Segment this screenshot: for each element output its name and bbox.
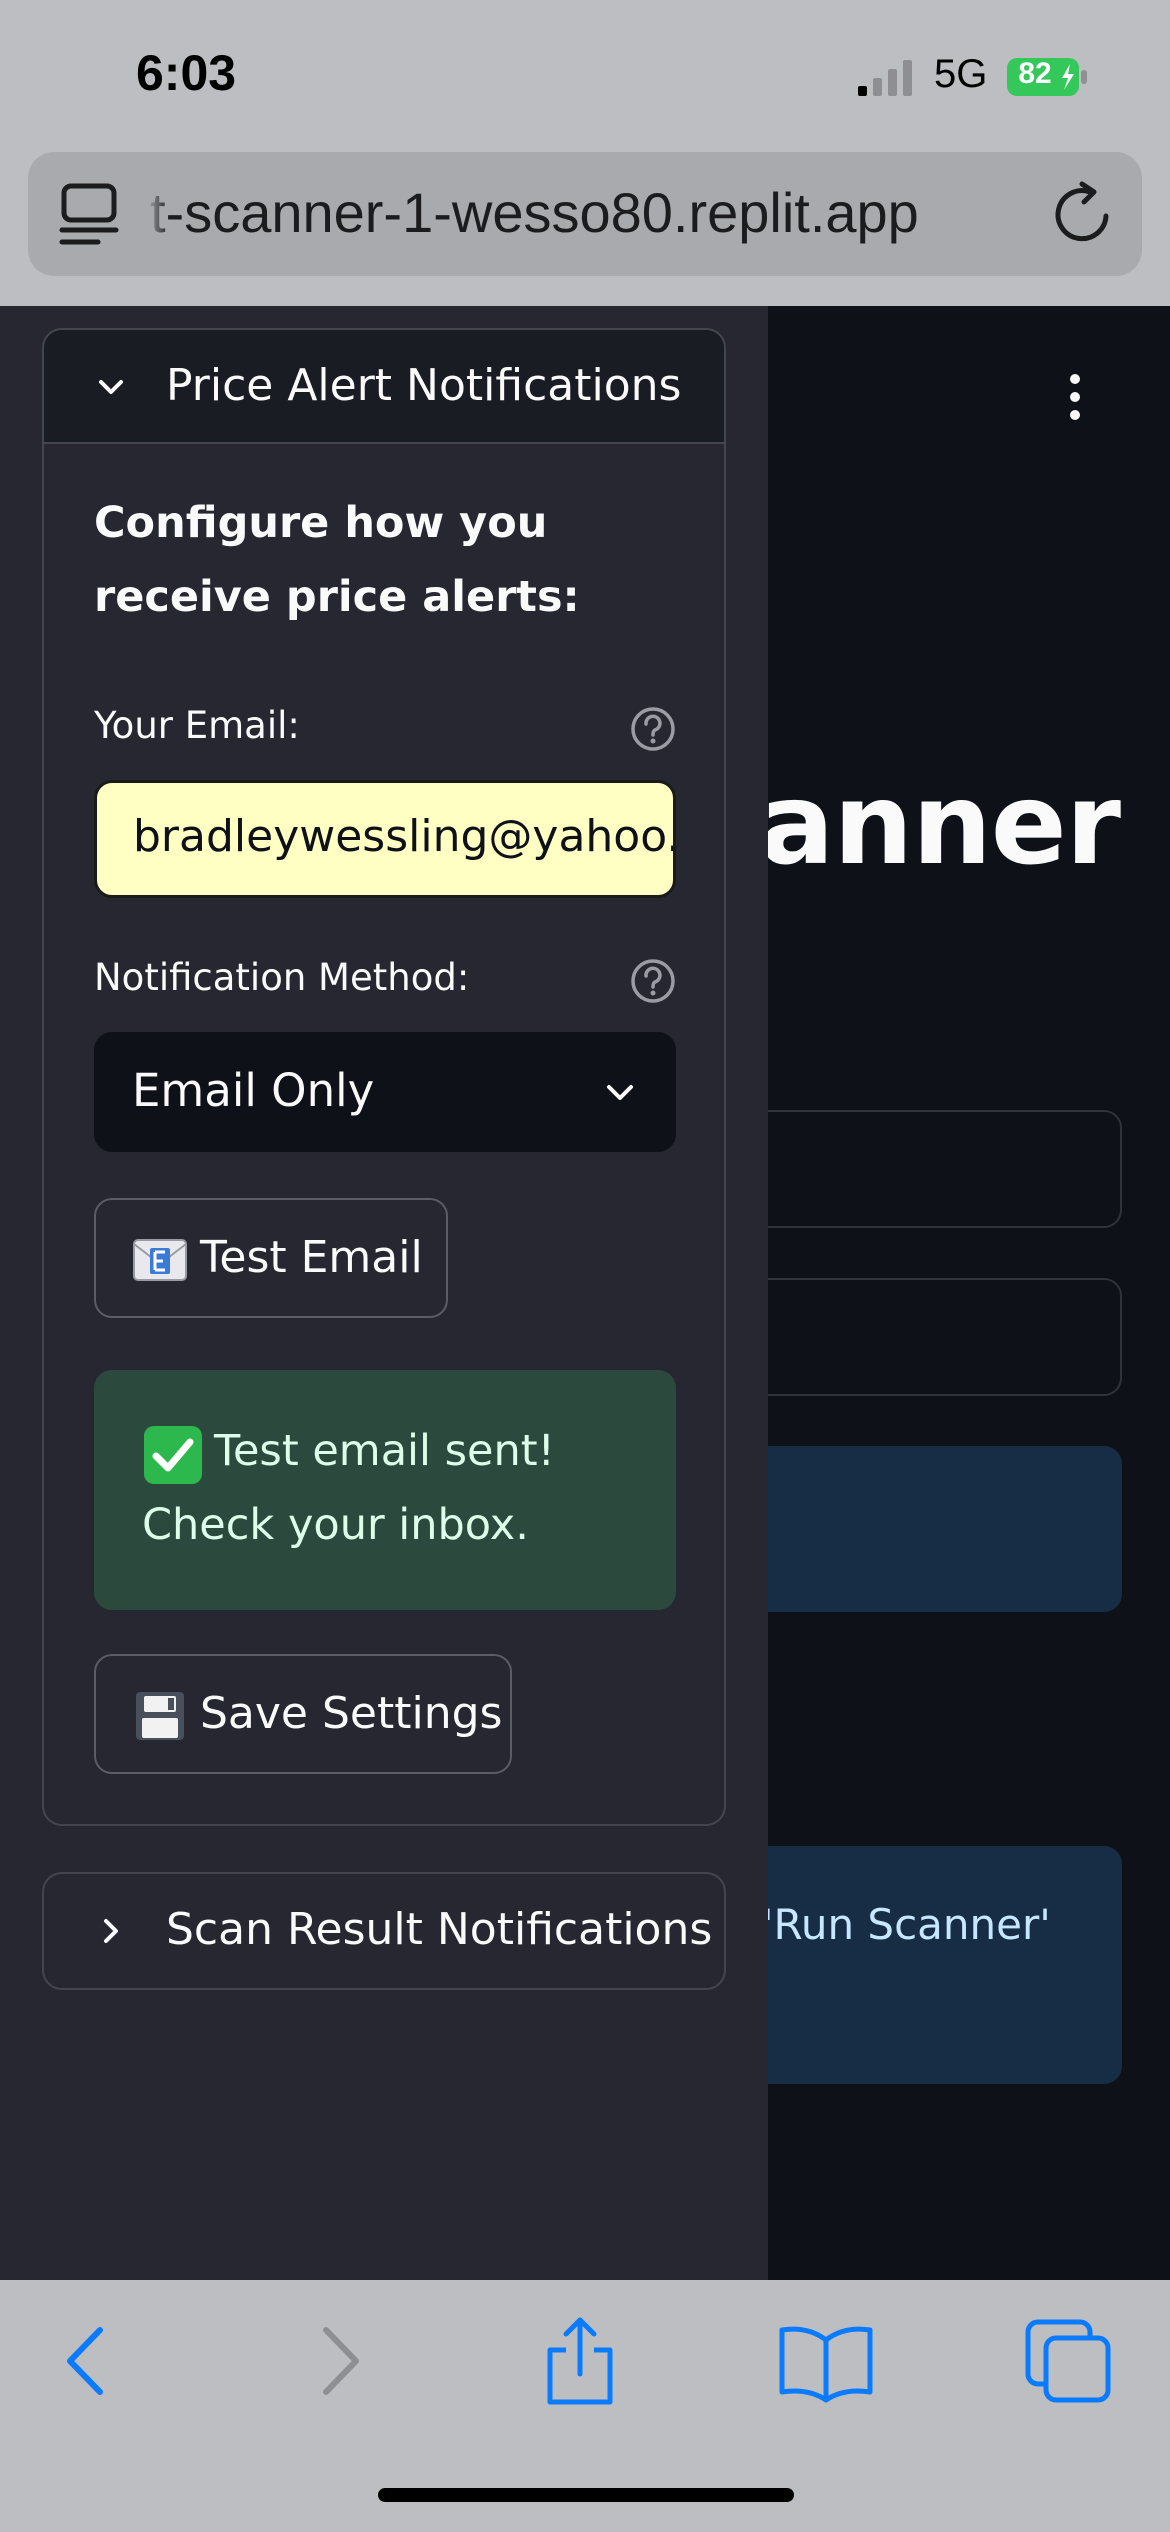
- url-text[interactable]: t-scanner-1-wesso80.replit.app: [150, 180, 1050, 246]
- test-email-button[interactable]: Test Email: [94, 1198, 448, 1318]
- url-bar[interactable]: t-scanner-1-wesso80.replit.app: [28, 152, 1142, 276]
- home-indicator: [378, 2488, 794, 2502]
- notification-method-select[interactable]: Email Only: [94, 1032, 676, 1152]
- price-alert-expander: Price Alert Notifications Configure how …: [42, 328, 726, 1826]
- success-message: Test email sent!: [214, 1426, 555, 1476]
- notification-method-value: Email Only: [132, 1064, 375, 1117]
- status-time: 6:03: [136, 45, 237, 101]
- email-value: bradleywessling@yahoo.com: [133, 811, 673, 862]
- signal-icon: [858, 60, 912, 96]
- help-icon[interactable]: [628, 956, 678, 1006]
- email-input[interactable]: bradleywessling@yahoo.com: [94, 780, 676, 898]
- email-icon: [133, 1239, 187, 1281]
- success-alert: Test email sent! Check your inbox.: [94, 1370, 676, 1610]
- scan-result-expander-title: Scan Result Notifications: [166, 1904, 713, 1955]
- check-icon: [144, 1426, 202, 1484]
- forward-icon[interactable]: [310, 2316, 370, 2406]
- success-message-detail: Check your inbox.: [142, 1500, 529, 1550]
- browser-toolbar: [0, 2280, 1170, 2532]
- status-bar: 6:03 5G 82: [0, 0, 1170, 150]
- price-alert-expander-header[interactable]: Price Alert Notifications: [44, 330, 724, 444]
- test-email-label: Test Email: [200, 1232, 423, 1283]
- chevron-right-icon: [104, 1919, 118, 1943]
- back-icon[interactable]: [56, 2316, 116, 2406]
- email-label: Your Email:: [94, 704, 300, 747]
- price-alert-expander-title: Price Alert Notifications: [166, 360, 682, 411]
- main-info-text: 'Run Scanner': [762, 1900, 1051, 1949]
- config-heading: Configure how you receive price alerts:: [94, 498, 580, 622]
- chevron-down-icon: [607, 1085, 633, 1100]
- save-settings-button[interactable]: Save Settings: [94, 1654, 512, 1774]
- tabs-icon[interactable]: [1024, 2316, 1114, 2406]
- save-settings-label: Save Settings: [200, 1688, 503, 1739]
- network-label: 5G: [934, 52, 988, 96]
- chevron-down-icon: [99, 380, 123, 394]
- help-icon[interactable]: [628, 704, 678, 754]
- reload-icon[interactable]: [1048, 180, 1116, 248]
- more-options-icon[interactable]: [1061, 372, 1089, 422]
- share-icon[interactable]: [538, 2316, 622, 2406]
- battery-level: 82: [1018, 57, 1052, 90]
- page-menu-icon[interactable]: [58, 180, 120, 248]
- sidebar: Price Alert Notifications Configure how …: [0, 306, 768, 2280]
- scan-result-expander[interactable]: Scan Result Notifications: [42, 1872, 726, 1990]
- floppy-disk-icon: [136, 1692, 184, 1740]
- url-fade: [146, 172, 170, 256]
- bookmarks-icon[interactable]: [776, 2316, 876, 2406]
- notification-method-label: Notification Method:: [94, 956, 470, 999]
